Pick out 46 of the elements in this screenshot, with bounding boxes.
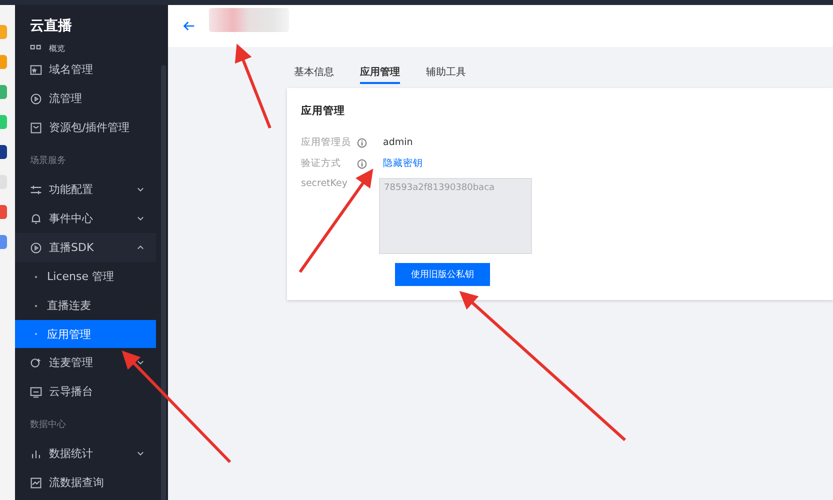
sidebar-subitem[interactable]: 直播连麦 — [15, 291, 156, 320]
section-heading: 数据中心 — [29, 418, 67, 432]
info-icon[interactable] — [357, 138, 367, 148]
back-arrow-icon[interactable] — [183, 20, 195, 32]
chart-icon — [30, 476, 42, 488]
sidebar-item[interactable]: 功能配置 — [15, 175, 156, 204]
sidebar-item[interactable]: 流管理 — [15, 84, 156, 113]
sidebar-item[interactable]: 资源包/插件管理 — [15, 113, 156, 142]
sidebar-subitem[interactable]: License 管理 — [15, 262, 156, 291]
chevron-icon — [137, 186, 144, 193]
hide-key-link[interactable]: 隐藏密钥 — [383, 157, 423, 170]
sliders-icon — [30, 184, 42, 196]
chevron-icon — [137, 450, 144, 457]
sidebar-subitem[interactable]: 应用管理 — [15, 320, 156, 348]
play-icon — [30, 92, 42, 104]
sidebar-item[interactable]: 数据统计 — [15, 439, 156, 468]
sidebar-item[interactable]: 流数据查询 — [15, 468, 156, 497]
sidebar-item[interactable]: 事件中心 — [15, 204, 156, 233]
field-label: 应用管理员 — [301, 136, 352, 149]
bell-icon — [30, 212, 42, 224]
field-label: 验证方式 — [301, 157, 342, 170]
bars-icon — [30, 448, 42, 460]
www-icon — [30, 64, 42, 76]
sidebar-title: 云直播 — [29, 17, 73, 36]
info-icon[interactable] — [357, 158, 367, 168]
chevron-icon — [137, 359, 144, 366]
scrollbar[interactable] — [161, 65, 166, 500]
tab[interactable]: 应用管理 — [360, 61, 400, 84]
card-title: 应用管理 — [301, 104, 346, 118]
app-icon[interactable] — [0, 145, 7, 159]
field-value: admin — [383, 137, 413, 148]
tab[interactable]: 辅助工具 — [426, 61, 466, 84]
chevron-icon — [137, 215, 144, 222]
sidebar-item[interactable]: 概览 — [15, 41, 156, 55]
legacy-keys-button[interactable]: 使用旧版公私钥 — [395, 263, 490, 286]
section-heading: 场景服务 — [29, 154, 67, 168]
field-label: secretKey — [301, 178, 349, 189]
sidebar-item[interactable]: 直播SDK — [15, 233, 156, 262]
sidebar-item[interactable]: 云导播台 — [15, 377, 156, 406]
sidebar-item[interactable]: 域名管理 — [15, 55, 156, 84]
screen-icon — [30, 386, 42, 398]
chevron-icon — [137, 244, 144, 251]
play-icon — [30, 242, 42, 254]
box-icon — [30, 122, 42, 134]
sidebar-item[interactable]: 连麦管理 — [15, 348, 156, 377]
tab[interactable]: 基本信息 — [294, 61, 334, 84]
